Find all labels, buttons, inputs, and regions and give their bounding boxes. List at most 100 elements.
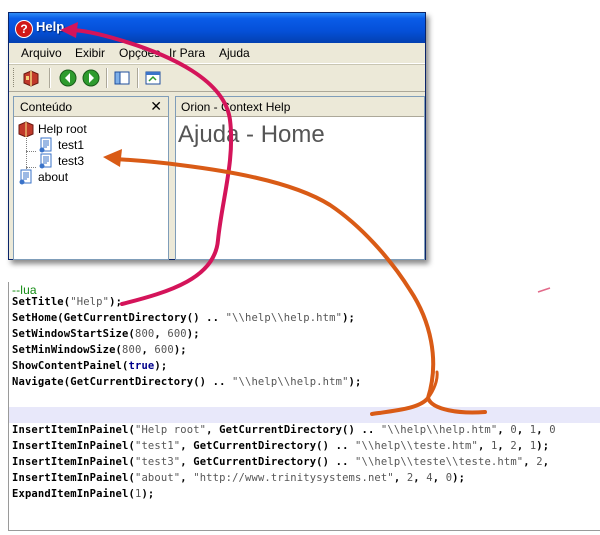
page-icon [18, 169, 34, 185]
code-token: ); [109, 296, 123, 308]
code-token: ); [536, 440, 550, 452]
code-token: 800 [122, 344, 142, 356]
code-token: ); [173, 344, 187, 356]
code-token: ); [141, 488, 155, 500]
code-token: "\\help\\teste.htm" [355, 440, 478, 452]
toolbar [9, 64, 425, 92]
code-token: ShowContentPainel( [12, 360, 129, 372]
panel-toggle-icon[interactable] [113, 69, 131, 87]
tree-item-label: test1 [58, 138, 85, 152]
content-pane-header: Orion - Context Help [176, 97, 424, 117]
code-token: , [477, 440, 491, 452]
code-line: InsertItemInPainel("test3", GetCurrentDi… [12, 456, 549, 472]
code-token: "test3" [134, 456, 181, 468]
code-token: , [523, 456, 537, 468]
code-token: , [542, 456, 550, 468]
code-token: true [128, 360, 155, 372]
code-token: "\\help\\help.htm" [380, 424, 498, 436]
code-token: 0 [549, 424, 556, 436]
menu-arquivo[interactable]: Arquivo [21, 46, 62, 60]
help-question-icon: ? [15, 20, 33, 38]
code-token: 600 [154, 344, 174, 356]
code-token: ExpandItemInPainel( [12, 488, 135, 500]
code-token: "test1" [134, 440, 181, 452]
contents-pane: Conteúdo ✕ Help root test1 test3 about [13, 96, 169, 260]
code-line: SetTitle("Help"); [12, 296, 122, 312]
code-token: , [141, 344, 155, 356]
page-icon [38, 137, 54, 153]
code-token: ); [154, 360, 168, 372]
code-token: , [393, 472, 407, 484]
code-token: 800 [134, 328, 155, 340]
toolbar-separator [137, 68, 139, 88]
help-window: ? Help Arquivo Exibir Opções Ir Para Aju… [8, 12, 426, 260]
window-title: Help [36, 19, 65, 34]
code-token: "about" [134, 472, 181, 484]
code-token: , GetCurrentDirectory() .. [180, 440, 356, 452]
code-token: SetTitle( [12, 296, 71, 308]
code-token: Navigate(GetCurrentDirectory() .. [12, 376, 233, 388]
code-line: InsertItemInPainel("about", "http://www.… [12, 472, 465, 488]
code-line: SetMinWindowSize(800, 600); [12, 344, 187, 360]
code-token: "\\help\\help.htm" [225, 312, 343, 324]
tree-item-label: about [38, 170, 69, 184]
page-heading: Ajuda - Home [178, 121, 325, 148]
contents-pane-header: Conteúdo ✕ [14, 97, 168, 117]
code-token: SetHome(GetCurrentDirectory() .. [12, 312, 226, 324]
code-token: , GetCurrentDirectory() .. [180, 456, 356, 468]
code-token: , [154, 328, 168, 340]
tree-item-label: Help root [38, 122, 87, 136]
book-icon[interactable] [22, 69, 40, 87]
menu-ir-para[interactable]: Ir Para [169, 46, 205, 60]
code-token: , [180, 472, 194, 484]
code-token: ); [186, 328, 200, 340]
page-icon [38, 153, 54, 169]
toolbar-separator [49, 68, 51, 88]
title-bar[interactable]: ? Help [9, 13, 425, 43]
tree-connector [26, 151, 36, 152]
code-token: ); [342, 312, 356, 324]
code-token: "Help" [70, 296, 110, 308]
code-line: ExpandItemInPainel(1); [12, 488, 154, 504]
code-line: Navigate(GetCurrentDirectory() .. "\\hel… [12, 376, 362, 392]
contents-pane-title: Conteúdo [20, 100, 73, 114]
code-token: SetWindowStartSize( [12, 328, 135, 340]
code-editor[interactable]: --lua SetTitle("Help"); SetHome(GetCurren… [8, 282, 600, 531]
menu-bar: Arquivo Exibir Opções Ir Para Ajuda [9, 43, 425, 64]
code-token: , [413, 472, 427, 484]
menu-opcoes[interactable]: Opções [119, 46, 160, 60]
code-token: , [497, 440, 511, 452]
code-token: , [516, 424, 530, 436]
code-token: InsertItemInPainel( [12, 424, 135, 436]
tree-item-label: test3 [58, 154, 85, 168]
code-token: , [432, 472, 446, 484]
code-line: SetHome(GetCurrentDirectory() .. "\\help… [12, 312, 355, 328]
code-token: "http://www.trinitysystems.net" [193, 472, 394, 484]
content-pane: Orion - Context Help Ajuda - Home [175, 96, 425, 260]
code-token: 600 [167, 328, 187, 340]
tree-connector [26, 167, 36, 168]
code-token: InsertItemInPainel( [12, 472, 135, 484]
current-line-highlight [9, 407, 600, 423]
back-icon[interactable] [59, 69, 77, 87]
toolbar-separator [106, 68, 108, 88]
code-line: InsertItemInPainel("test1", GetCurrentDi… [12, 440, 549, 456]
code-token: "\\help\\help.htm" [232, 376, 349, 388]
code-token: ); [452, 472, 466, 484]
code-token: InsertItemInPainel( [12, 456, 135, 468]
code-token: SetMinWindowSize( [12, 344, 123, 356]
code-token: , GetCurrentDirectory() .. [206, 424, 381, 436]
menu-ajuda[interactable]: Ajuda [219, 46, 250, 60]
code-token: ); [348, 376, 362, 388]
code-token: , [497, 424, 511, 436]
code-token: "\\help\\teste\\teste.htm" [355, 456, 524, 468]
menu-exibir[interactable]: Exibir [75, 46, 105, 60]
code-token: "Help root" [134, 424, 207, 436]
code-token: , [516, 440, 530, 452]
forward-icon[interactable] [82, 69, 100, 87]
toolbar-grip[interactable] [13, 68, 17, 87]
close-icon[interactable]: ✕ [150, 98, 162, 115]
window-icon[interactable] [144, 69, 162, 87]
code-line: ShowContentPainel(true); [12, 360, 167, 376]
book-icon [18, 121, 34, 138]
